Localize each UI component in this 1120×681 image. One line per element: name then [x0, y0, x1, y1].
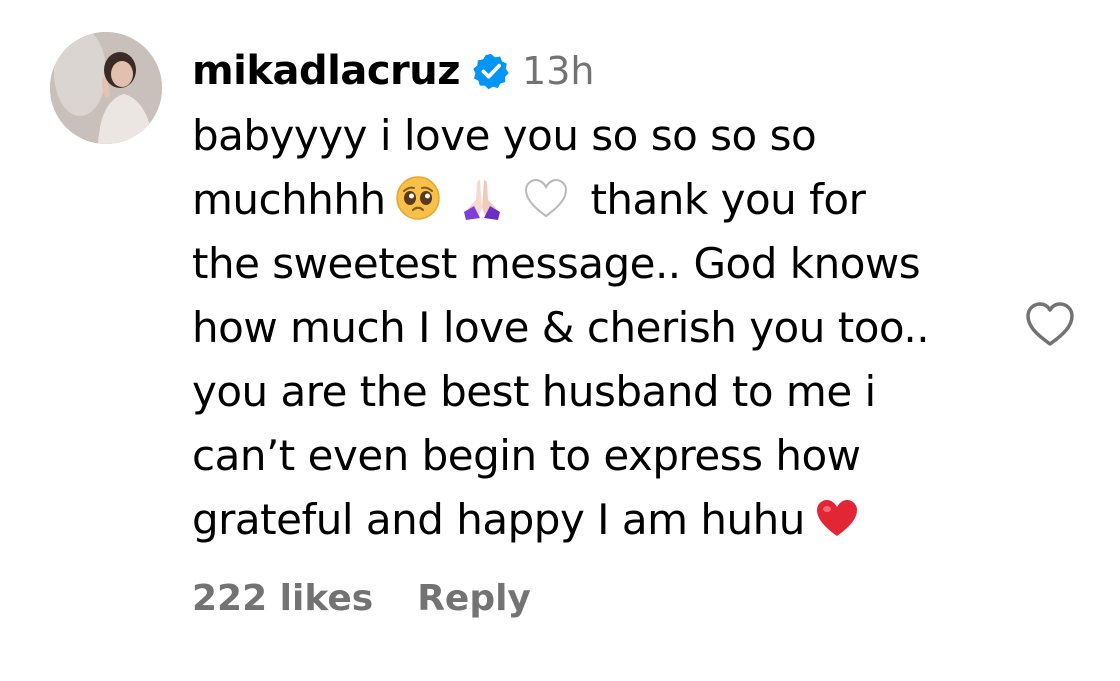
comment-line: babyyyy i love you so so so so [192, 111, 817, 160]
comment-line: the sweetest message.. God knows [192, 239, 921, 288]
comment-text: babyyyy i love you so so so so muchhhh t… [192, 104, 992, 552]
comment-header: mikadlacruz 13h [192, 40, 992, 102]
timestamp[interactable]: 13h [522, 49, 594, 93]
comment: mikadlacruz 13h babyyyy i love you so so… [192, 40, 992, 552]
comment-line: you are the best husband to me i [192, 367, 876, 416]
avatar[interactable] [50, 32, 162, 144]
comment-line: grateful and happy I am huhu [192, 488, 992, 552]
comment-line: muchhhh thank you for [192, 174, 866, 224]
comment-line: how much I love & cherish you too.. [192, 303, 930, 352]
red-heart-emoji [813, 494, 861, 542]
pleading-face-emoji [394, 174, 442, 222]
white-heart-emoji [522, 174, 570, 222]
likes-count[interactable]: 222 likes [192, 578, 373, 619]
comment-footer: 222 likes Reply [192, 578, 531, 619]
verified-badge-icon [472, 52, 510, 90]
heart-outline-icon[interactable] [1024, 300, 1076, 348]
username[interactable]: mikadlacruz [192, 48, 461, 94]
avatar-photo [50, 32, 162, 144]
folded-hands-emoji [458, 174, 506, 222]
comment-line: can’t even begin to express how [192, 431, 861, 480]
reply-button[interactable]: Reply [417, 578, 531, 619]
